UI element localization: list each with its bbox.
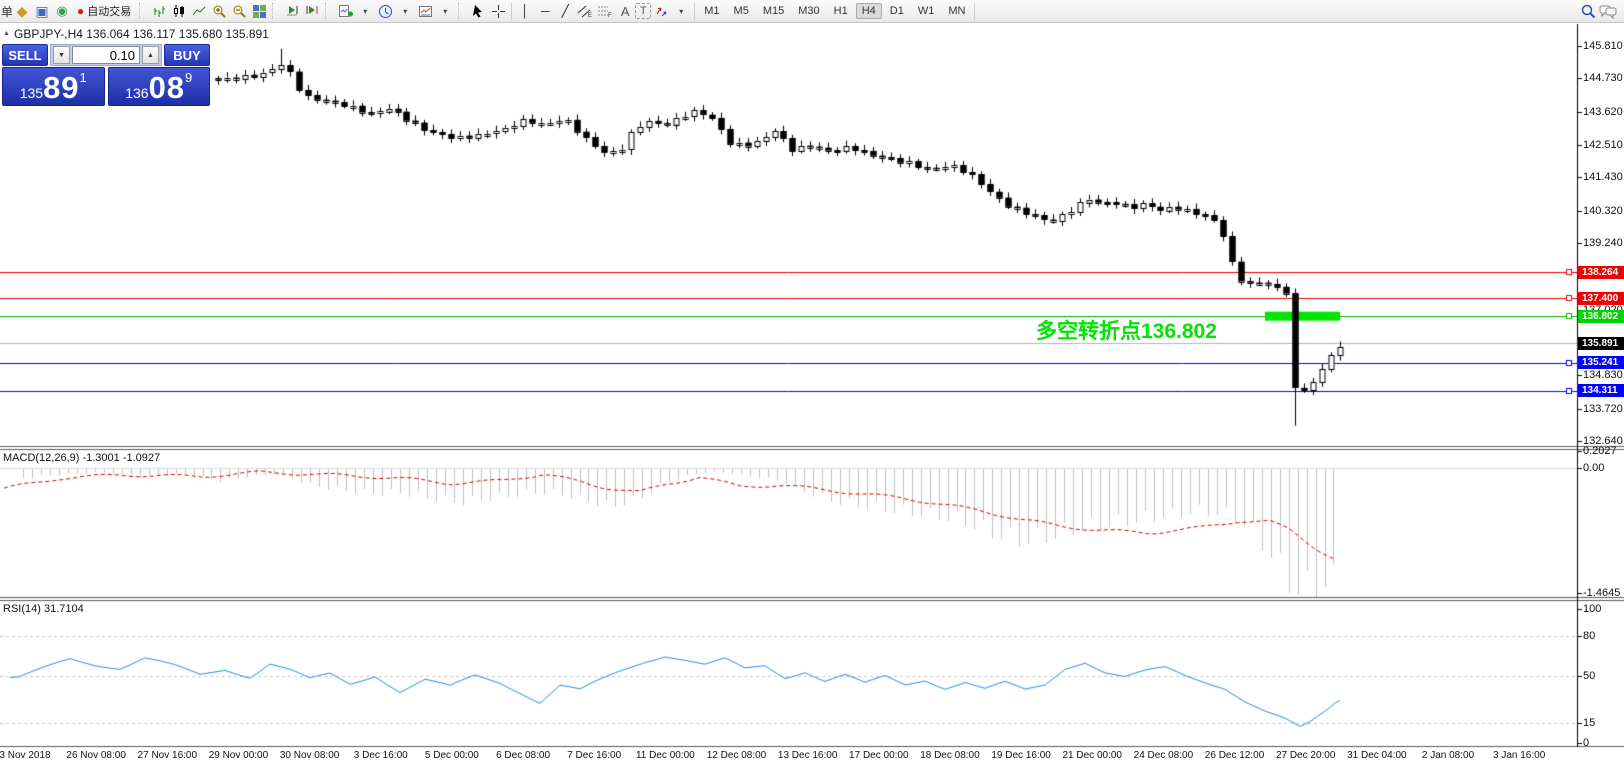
auto-scroll-icon[interactable]	[282, 2, 302, 20]
buy-price-prefix: 136	[125, 85, 149, 101]
indicators-dropdown-caret[interactable]: ▾	[355, 2, 375, 20]
price-level-badge: 138.264	[1578, 265, 1624, 279]
channel-tool-icon[interactable]: E	[575, 2, 595, 20]
price-tick-label: 143.620	[1583, 105, 1623, 118]
zoom-out-icon[interactable]	[229, 2, 249, 20]
autotrading-button[interactable]: ● 自动交易	[72, 2, 136, 20]
rsi-axis-label: 50	[1583, 670, 1596, 682]
timeframe-button-H1[interactable]: H1	[828, 3, 854, 19]
timeframe-button-W1[interactable]: W1	[912, 3, 941, 19]
arrows-dropdown-caret[interactable]: ▾	[671, 2, 691, 20]
main-toolbar: 单 ◆ ▣ ◉ ● 自动交易 ▾ ▾ ▾ │ ─ ╱ E F A T ▾ M1 M…	[0, 0, 1624, 23]
search-icon[interactable]	[1578, 2, 1598, 20]
price-level-badge: 135.241	[1578, 356, 1624, 370]
buy-price-big: 08	[148, 70, 186, 105]
templates-icon[interactable]	[415, 2, 435, 20]
clipped-toolbar-text: 单	[1, 4, 12, 19]
arrows-tool-icon[interactable]	[651, 2, 671, 20]
indicators-icon[interactable]	[335, 2, 355, 20]
new-order-icon[interactable]: ◆	[12, 2, 32, 20]
volume-input[interactable]: 0.10	[72, 46, 140, 64]
trendline-tool-icon[interactable]: ╱	[555, 2, 575, 20]
mt4-terminal-window: { "window": { "toolbar_clipped_text": "单…	[0, 0, 1624, 769]
time-axis: 3 Nov 2018 26 Nov 08:00 27 Nov 16:00 29 Nov…	[0, 750, 1624, 764]
timeframe-button-M15[interactable]: M15	[757, 3, 790, 19]
cursor-icon[interactable]	[468, 2, 488, 20]
periods-dropdown-caret[interactable]: ▾	[395, 2, 415, 20]
tile-windows-icon[interactable]	[249, 2, 269, 20]
sell-price-big: 89	[43, 70, 80, 105]
price-level-badge: 134.311	[1578, 384, 1624, 398]
price-tick-label: 142.510	[1583, 138, 1623, 151]
price-level-badge: 135.891	[1578, 336, 1624, 350]
rsi-axis-label: 15	[1583, 716, 1596, 729]
templates-dropdown-caret[interactable]: ▾	[435, 2, 455, 20]
macd-axis-label: -1.4645	[1583, 587, 1621, 599]
svg-text:E: E	[588, 13, 592, 18]
chart-title: GBPJPY-,H4 136.064 136.117 135.680 135.8…	[14, 27, 269, 41]
one-click-trade-panel: SELL ▼ 0.10 ▲ BUY 135 89 1 136 08 9	[2, 44, 210, 107]
bar-chart-icon[interactable]	[149, 2, 169, 20]
timeframe-button-M1[interactable]: M1	[698, 3, 725, 19]
price-tick-label: 134.830	[1583, 369, 1623, 382]
price-tick-label: 140.320	[1583, 204, 1623, 217]
buy-price-sup: 9	[185, 70, 193, 85]
chart-canvas[interactable]	[0, 0, 1624, 769]
new-chart-icon[interactable]: ▣	[32, 2, 52, 20]
volume-increase-button[interactable]: ▲	[142, 46, 159, 64]
macd-axis-label: 0.2027	[1583, 444, 1617, 457]
sell-button[interactable]: SELL	[2, 44, 48, 66]
price-level-badge: 136.802	[1578, 309, 1624, 323]
price-tick-label: 139.240	[1583, 237, 1623, 250]
macd-indicator-label: MACD(12,26,9) -1.3001 -1.0927	[3, 452, 161, 464]
buy-button[interactable]: BUY	[164, 44, 210, 66]
signals-icon[interactable]: ◉	[52, 2, 72, 20]
autotrading-icon: ●	[77, 4, 85, 18]
volume-stepper: ▼ 0.10 ▲	[50, 44, 162, 66]
zoom-in-icon[interactable]	[209, 2, 229, 20]
rsi-axis-label: 100	[1583, 603, 1602, 615]
pivot-annotation-text: 多空转折点136.802	[1036, 320, 1217, 343]
horizontal-line-tool-icon[interactable]: ─	[535, 2, 555, 20]
price-tick-label: 141.430	[1583, 171, 1623, 184]
sell-price-sup: 1	[79, 70, 87, 85]
price-tick-label: 144.730	[1583, 72, 1623, 85]
timeframe-button-H4[interactable]: H4	[855, 3, 882, 19]
rsi-axis-label: 0	[1583, 737, 1590, 749]
chart-shift-icon[interactable]	[302, 2, 322, 20]
rsi-axis-label: 80	[1583, 629, 1596, 642]
timeframe-button-M5[interactable]: M5	[728, 3, 755, 19]
crosshair-icon[interactable]	[488, 2, 508, 20]
time-axis-label: 3 Jan 16:00	[1493, 750, 1546, 761]
sell-price-prefix: 135	[19, 85, 44, 101]
price-level-badge: 137.400	[1578, 291, 1624, 305]
chart-collapse-arrow[interactable]: ▲	[3, 30, 10, 37]
timeframe-toolbar: M1 M5 M15 M30 H1 H4 D1 W1 MN	[698, 3, 971, 19]
periods-icon[interactable]	[375, 2, 395, 20]
svg-text:F: F	[608, 13, 612, 18]
label-tool-icon[interactable]: T	[635, 3, 652, 19]
timeframe-button-M30[interactable]: M30	[792, 3, 825, 19]
fibonacci-tool-icon[interactable]: F	[595, 2, 615, 20]
timeframe-button-MN[interactable]: MN	[942, 3, 971, 19]
line-chart-icon[interactable]	[189, 2, 209, 20]
macd-axis-label: 0.00	[1583, 462, 1605, 474]
timeframe-button-D1[interactable]: D1	[884, 3, 910, 19]
chat-icon[interactable]	[1598, 2, 1618, 20]
buy-price-box[interactable]: 136 08 9	[107, 67, 210, 106]
autotrading-label: 自动交易	[87, 6, 132, 18]
candlestick-icon[interactable]	[169, 2, 189, 20]
vertical-line-tool-icon[interactable]: │	[515, 2, 535, 20]
rsi-indicator-label: RSI(14) 31.7104	[3, 603, 84, 615]
volume-decrease-button[interactable]: ▼	[53, 46, 70, 64]
text-tool-icon[interactable]: A	[615, 2, 635, 20]
price-tick-label: 133.720	[1583, 402, 1623, 415]
price-tick-label: 145.810	[1583, 40, 1623, 52]
sell-price-box[interactable]: 135 89 1	[2, 67, 105, 106]
